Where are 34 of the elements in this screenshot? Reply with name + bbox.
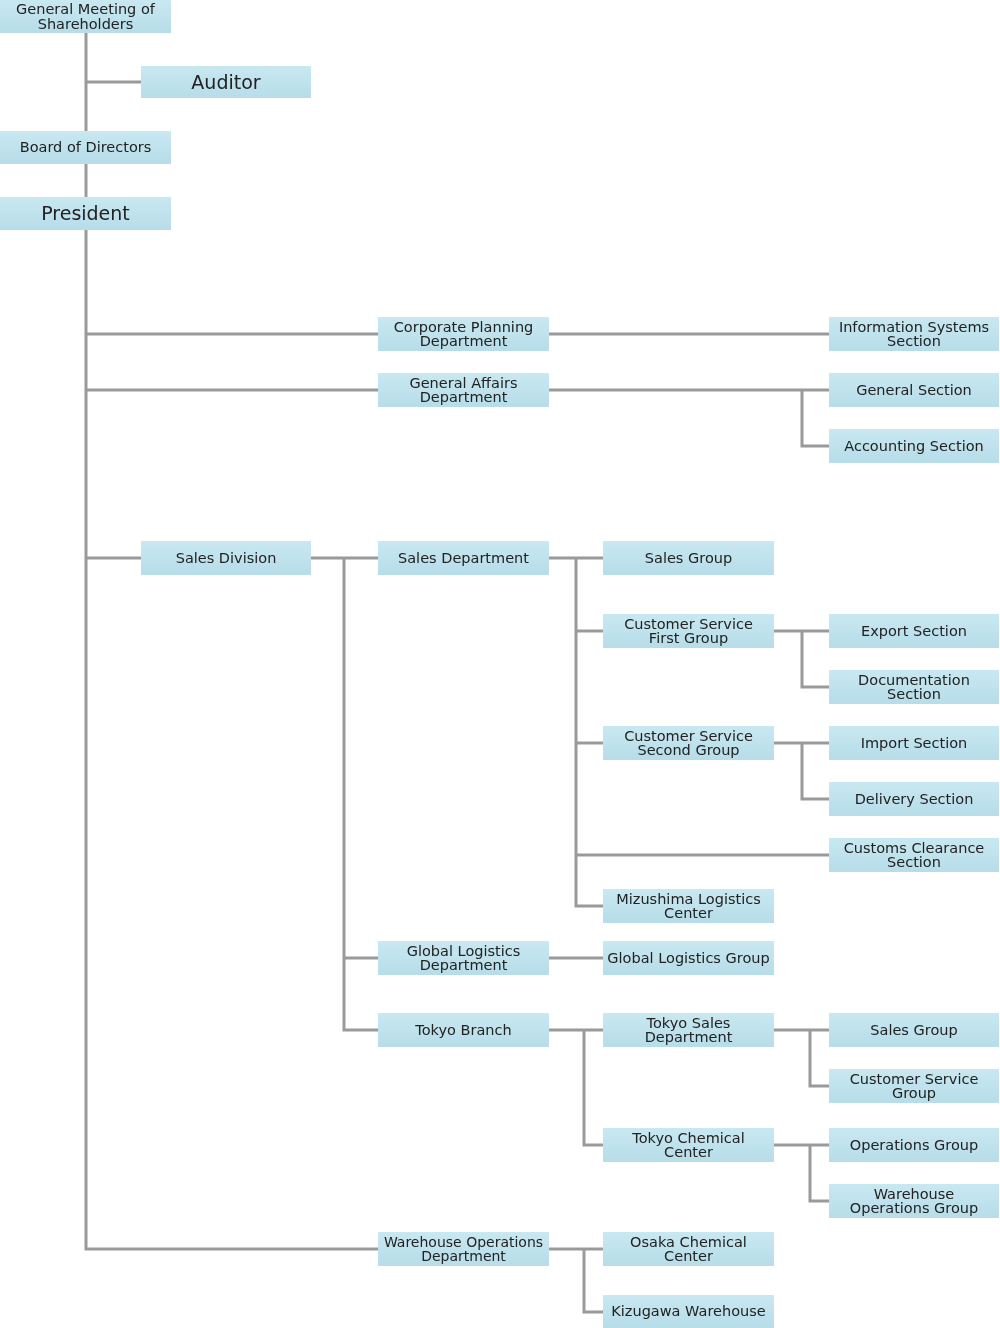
org-unit: Corporate Planning Department <box>378 317 549 351</box>
connector-line <box>549 956 603 960</box>
org-unit: Warehouse Operations Department <box>378 1232 549 1266</box>
org-unit: General Meeting of Shareholders <box>0 0 171 33</box>
org-unit: Osaka Chemical Center <box>603 1232 774 1266</box>
org-unit: Sales Group <box>829 1013 999 1047</box>
org-unit: Information Systems Section <box>829 317 999 351</box>
org-unit: Sales Division <box>141 541 311 575</box>
org-unit: Export Section <box>829 614 999 648</box>
org-unit: Sales Group <box>603 541 774 575</box>
org-unit: Documentation Section <box>829 670 999 704</box>
org-unit: President <box>0 197 171 230</box>
org-unit: Tokyo Chemical Center <box>603 1128 774 1162</box>
org-unit: Tokyo Sales Department <box>603 1013 774 1047</box>
org-unit: Auditor <box>141 66 311 98</box>
org-unit: Global Logistics Group <box>603 941 774 975</box>
org-unit: Customer Service First Group <box>603 614 774 648</box>
org-unit: Sales Department <box>378 541 549 575</box>
org-unit: Import Section <box>829 726 999 760</box>
org-unit: Board of Directors <box>0 131 171 164</box>
org-unit: Customs Clearance Section <box>829 838 999 872</box>
org-unit: Warehouse Operations Group <box>829 1184 999 1218</box>
org-unit: General Affairs Department <box>378 373 549 407</box>
org-unit: Delivery Section <box>829 782 999 816</box>
org-unit: Global Logistics Department <box>378 941 549 975</box>
org-unit: Kizugawa Warehouse <box>603 1295 774 1328</box>
org-unit: Tokyo Branch <box>378 1013 549 1047</box>
org-unit: Customer Service Group <box>829 1069 999 1103</box>
org-unit: Operations Group <box>829 1128 999 1162</box>
org-unit: Mizushima Logistics Center <box>603 889 774 923</box>
org-unit: General Section <box>829 373 999 407</box>
connector-line <box>84 164 88 197</box>
org-unit: Accounting Section <box>829 429 999 463</box>
org-unit: Customer Service Second Group <box>603 726 774 760</box>
